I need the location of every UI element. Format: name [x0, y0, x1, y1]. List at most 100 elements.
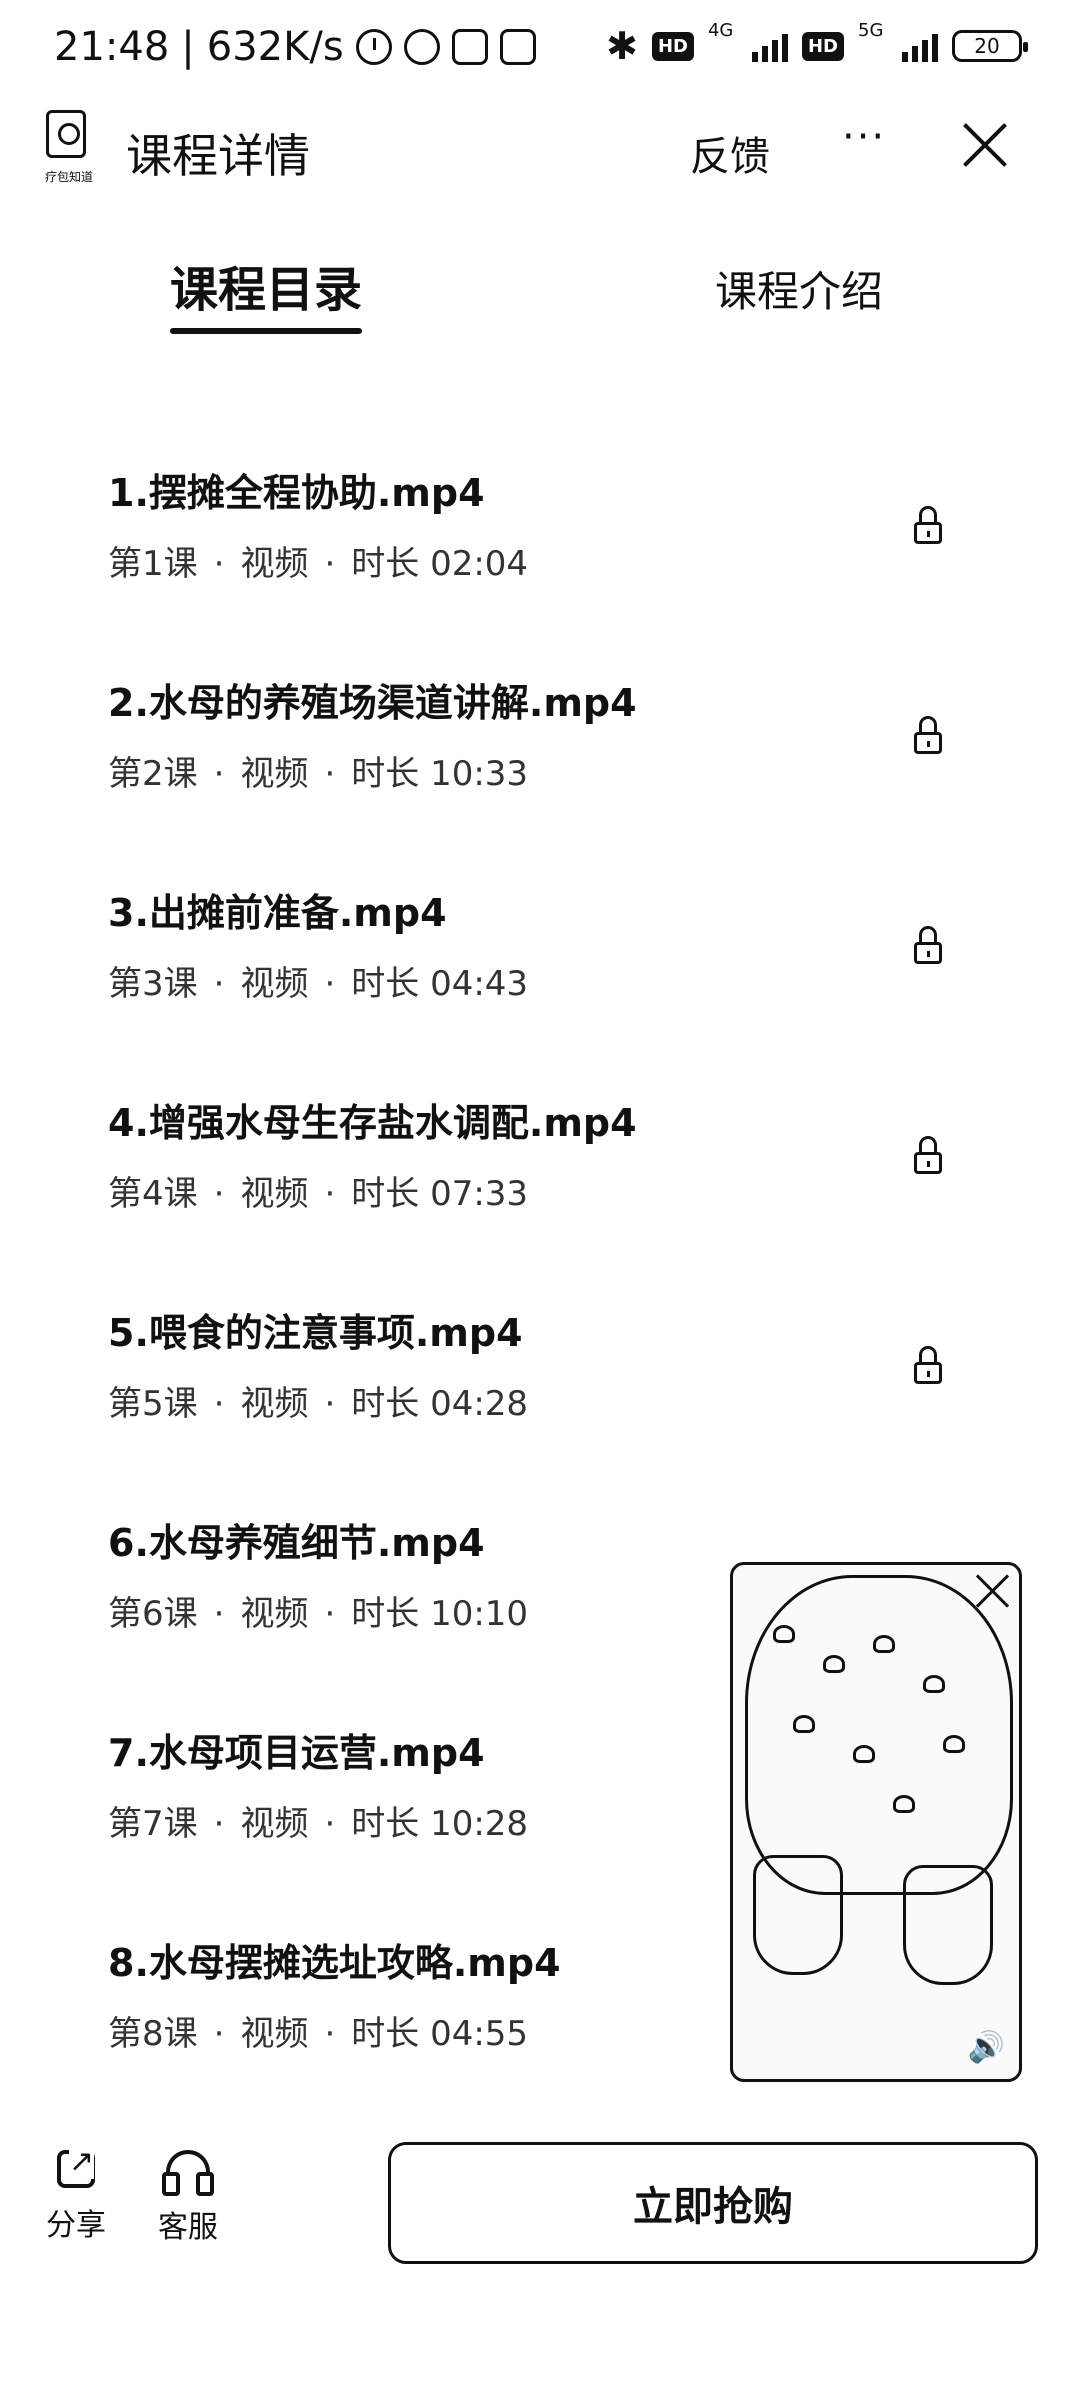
- lock-icon: [914, 1346, 942, 1386]
- lesson-type: 视频: [240, 1384, 309, 1424]
- lesson-type: 视频: [240, 754, 309, 794]
- lesson-title: 3.出摊前准备.mp4: [108, 891, 447, 935]
- lesson-type: 视频: [240, 1594, 309, 1634]
- lesson-number: 第3课: [108, 964, 198, 1004]
- jellyfish-shape: [773, 1625, 795, 1643]
- book-logo-icon: [46, 110, 86, 158]
- lesson-title: 2.水母的养殖场渠道讲解.mp4: [108, 681, 637, 725]
- meta-dot: ·: [213, 1594, 225, 1634]
- lesson-duration: 时长 04:55: [351, 2014, 529, 2054]
- jellyfish-shape: [943, 1735, 965, 1753]
- alarm-icon: [355, 29, 392, 65]
- hd-badge-2: HD: [801, 31, 844, 61]
- lesson-title: 1.摆摊全程协助.mp4: [108, 471, 485, 515]
- jellyfish-shape: [873, 1635, 895, 1653]
- bluetooth-icon: ✱: [606, 24, 638, 68]
- lock-icon: [914, 506, 942, 546]
- list-item[interactable]: 2.水母的养殖场渠道讲解.mp4 第2课 · 视频 · 时长 10:33: [0, 660, 1080, 870]
- meta-dot: ·: [213, 1804, 225, 1844]
- bottom-bar: 分享 客服 立即抢购: [0, 2120, 1080, 2280]
- tab-course-catalog[interactable]: 课程目录: [170, 250, 362, 320]
- meta-dot: ·: [324, 1384, 336, 1424]
- lesson-number: 第6课: [108, 1594, 198, 1634]
- signal-5g-label: 5G: [858, 20, 884, 41]
- list-item[interactable]: 5.喂食的注意事项.mp4 第5课 · 视频 · 时长 04:28: [0, 1290, 1080, 1500]
- lesson-meta: 第5课 · 视频 · 时长 04:28: [108, 1376, 528, 1425]
- video-close-icon[interactable]: [975, 1573, 1011, 1609]
- app-notification-icon: [451, 29, 488, 65]
- status-right: ✱ HD 4G HD 5G 20: [606, 20, 1028, 68]
- lesson-duration: 时长 10:33: [351, 754, 529, 794]
- lesson-type: 视频: [240, 964, 309, 1004]
- lesson-meta: 第8课 · 视频 · 时长 04:55: [108, 2006, 528, 2055]
- meta-dot: ·: [324, 754, 336, 794]
- lesson-number: 第5课: [108, 1384, 198, 1424]
- lesson-meta: 第2课 · 视频 · 时长 10:33: [108, 746, 528, 795]
- feedback-button[interactable]: 反馈: [690, 124, 770, 182]
- lock-icon: [914, 1136, 942, 1176]
- tab-course-intro[interactable]: 课程介绍: [715, 258, 883, 319]
- signal-4g-icon: 4G: [708, 20, 788, 66]
- meta-dot: ·: [213, 1174, 225, 1214]
- more-icon[interactable]: ···: [842, 114, 886, 160]
- video-frame-bowl: [745, 1575, 1013, 1895]
- lock-icon: [914, 926, 942, 966]
- lesson-meta: 第4课 · 视频 · 时长 07:33: [108, 1166, 528, 1215]
- header: 疗包知道 课程详情 反馈 ···: [0, 100, 1080, 220]
- signal-5g-icon: 5G: [858, 20, 938, 66]
- list-item[interactable]: 3.出摊前准备.mp4 第3课 · 视频 · 时长 04:43: [0, 870, 1080, 1080]
- page-title: 课程详情: [126, 129, 310, 183]
- battery-level: 20: [974, 34, 1000, 58]
- share-button[interactable]: 分享: [36, 2144, 116, 2244]
- bottle-shape: [903, 1865, 993, 1985]
- lesson-duration: 时长 04:43: [351, 964, 529, 1004]
- close-icon[interactable]: [962, 122, 1008, 168]
- lesson-duration: 时长 07:33: [351, 1174, 529, 1214]
- lesson-type: 视频: [240, 2014, 309, 2054]
- meta-dot: ·: [213, 2014, 225, 2054]
- headset-icon: [162, 2150, 214, 2196]
- volume-icon[interactable]: 🔊: [968, 2030, 1005, 2065]
- service-label: 客服: [158, 2210, 218, 2245]
- floating-video-player[interactable]: 🔊: [730, 1562, 1022, 2082]
- hd-badge-1: HD: [651, 31, 694, 61]
- meta-dot: ·: [213, 964, 225, 1004]
- lesson-meta: 第3课 · 视频 · 时长 04:43: [108, 956, 528, 1005]
- buy-now-button[interactable]: 立即抢购: [388, 2142, 1038, 2264]
- jellyfish-shape: [923, 1675, 945, 1693]
- lesson-number: 第7课: [108, 1804, 198, 1844]
- status-time: 21:48: [54, 24, 170, 70]
- share-icon: [57, 2144, 95, 2188]
- lesson-number: 第1课: [108, 544, 198, 584]
- lesson-type: 视频: [240, 1804, 309, 1844]
- meta-dot: ·: [324, 544, 336, 584]
- jellyfish-shape: [793, 1715, 815, 1733]
- status-bar: 21:48 | 632K/s ✱ HD 4G HD 5G 20: [0, 0, 1080, 100]
- battery-icon: 20: [952, 30, 1028, 62]
- list-item[interactable]: 4.增强水母生存盐水调配.mp4 第4课 · 视频 · 时长 07:33: [0, 1080, 1080, 1290]
- lesson-title: 5.喂食的注意事项.mp4: [108, 1311, 523, 1355]
- lesson-meta: 第1课 · 视频 · 时长 02:04: [108, 536, 528, 585]
- jellyfish-shape: [893, 1795, 915, 1813]
- meta-dot: ·: [213, 1384, 225, 1424]
- lesson-number: 第2课: [108, 754, 198, 794]
- lesson-title: 4.增强水母生存盐水调配.mp4: [108, 1101, 637, 1145]
- tab-bar: 课程目录 课程介绍: [0, 240, 1080, 350]
- settings-notification-icon: [499, 29, 536, 65]
- meta-dot: ·: [324, 1174, 336, 1214]
- bottle-shape: [753, 1855, 843, 1975]
- meta-dot: ·: [324, 1804, 336, 1844]
- lesson-duration: 时长 02:04: [351, 544, 529, 584]
- status-net-speed: 632K/s: [206, 24, 344, 70]
- lesson-title: 7.水母项目运营.mp4: [108, 1731, 485, 1775]
- lesson-duration: 时长 10:10: [351, 1594, 529, 1634]
- meta-dot: ·: [213, 754, 225, 794]
- jellyfish-shape: [853, 1745, 875, 1763]
- lock-icon: [914, 716, 942, 756]
- meta-dot: ·: [213, 544, 225, 584]
- list-item[interactable]: 1.摆摊全程协助.mp4 第1课 · 视频 · 时长 02:04: [0, 450, 1080, 660]
- customer-service-button[interactable]: 客服: [148, 2150, 228, 2246]
- jellyfish-shape: [823, 1655, 845, 1673]
- active-tab-indicator: [170, 328, 362, 334]
- share-label: 分享: [46, 2208, 106, 2243]
